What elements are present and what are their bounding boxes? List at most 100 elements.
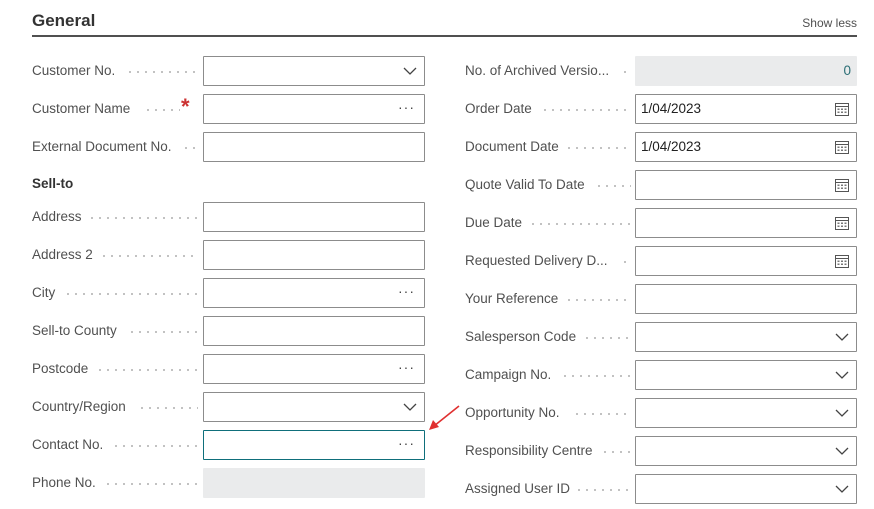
quote-valid-input[interactable] — [635, 170, 857, 200]
opportunity-no-dropdown[interactable] — [635, 398, 857, 428]
address2-row: Address 2 — [32, 240, 425, 270]
leader-dots — [182, 147, 198, 149]
address-input[interactable] — [203, 202, 425, 232]
chevron-down-icon — [835, 485, 849, 493]
customer-no-dropdown[interactable] — [203, 56, 425, 86]
external-doc-no-input[interactable] — [203, 132, 425, 162]
assigned-user-label: Assigned User ID — [465, 474, 575, 504]
your-reference-row: Your Reference — [465, 284, 857, 314]
leader-dots — [595, 185, 631, 187]
postcode-field[interactable]: ··· — [203, 354, 425, 384]
county-label: Sell-to County — [32, 316, 121, 346]
calendar-icon[interactable] — [834, 215, 850, 231]
assigned-user-dropdown[interactable] — [635, 474, 857, 504]
leader-dots — [621, 261, 631, 263]
leader-dots — [565, 299, 631, 301]
document-date-row: Document Date 1/04/2023 — [465, 132, 857, 162]
campaign-no-label: Campaign No. — [465, 360, 556, 390]
salesperson-code-label: Salesperson Code — [465, 322, 581, 352]
calendar-icon[interactable] — [834, 101, 850, 117]
requested-delivery-row: Requested Delivery D... — [465, 246, 857, 276]
assigned-user-row: Assigned User ID — [465, 474, 857, 504]
customer-name-row: Customer Name * ··· — [32, 94, 425, 124]
country-dropdown[interactable] — [203, 392, 425, 422]
external-doc-no-label: External Document No. — [32, 132, 176, 162]
ellipsis-icon[interactable]: ··· — [398, 281, 415, 301]
leader-dots — [529, 223, 631, 225]
archived-versions-label: No. of Archived Versio... — [465, 56, 615, 86]
chevron-down-icon — [835, 371, 849, 379]
required-indicator: * — [181, 94, 190, 119]
quote-valid-row: Quote Valid To Date — [465, 170, 857, 200]
show-less-link[interactable]: Show less — [802, 16, 857, 30]
ellipsis-icon[interactable]: ··· — [398, 97, 415, 117]
calendar-icon[interactable] — [834, 177, 850, 193]
document-date-input[interactable]: 1/04/2023 — [635, 132, 857, 162]
country-row: Country/Region — [32, 392, 425, 422]
opportunity-no-label: Opportunity No. — [465, 398, 564, 428]
customer-no-row: Customer No. — [32, 56, 425, 86]
quote-valid-label: Quote Valid To Date — [465, 170, 589, 200]
salesperson-code-dropdown[interactable] — [635, 322, 857, 352]
leader-dots — [126, 71, 196, 73]
archived-versions-field: 0 — [635, 56, 857, 86]
due-date-input[interactable] — [635, 208, 857, 238]
leader-dots — [100, 255, 198, 257]
calendar-icon[interactable] — [834, 253, 850, 269]
leader-dots — [565, 147, 631, 149]
due-date-label: Due Date — [465, 208, 527, 238]
ellipsis-icon[interactable]: ··· — [398, 433, 415, 453]
city-row: City ··· — [32, 278, 425, 308]
responsibility-centre-row: Responsibility Centre — [465, 436, 857, 466]
leader-dots — [601, 451, 631, 453]
leader-dots — [104, 483, 198, 485]
your-reference-input[interactable] — [635, 284, 857, 314]
leader-dots — [96, 369, 198, 371]
leader-dots — [138, 407, 198, 409]
due-date-row: Due Date — [465, 208, 857, 238]
leader-dots — [144, 109, 180, 111]
calendar-icon[interactable] — [834, 139, 850, 155]
customer-name-label: Customer Name — [32, 94, 135, 124]
chevron-down-icon — [403, 403, 417, 411]
postcode-row: Postcode ··· — [32, 354, 425, 384]
order-date-row: Order Date 1/04/2023 — [465, 94, 857, 124]
contact-no-label: Contact No. — [32, 430, 108, 460]
leader-dots — [541, 109, 631, 111]
address2-label: Address 2 — [32, 240, 97, 270]
sell-to-heading: Sell-to — [32, 176, 74, 191]
order-date-label: Order Date — [465, 94, 536, 124]
requested-delivery-input[interactable] — [635, 246, 857, 276]
leader-dots — [583, 337, 631, 339]
red-arrow-icon — [429, 405, 460, 430]
phone-no-row: Phone No. — [32, 468, 425, 498]
address2-input[interactable] — [203, 240, 425, 270]
campaign-no-dropdown[interactable] — [635, 360, 857, 390]
document-date-label: Document Date — [465, 132, 563, 162]
chevron-down-icon — [403, 67, 417, 75]
leader-dots — [573, 413, 631, 415]
campaign-no-row: Campaign No. — [465, 360, 857, 390]
country-label: Country/Region — [32, 392, 130, 422]
chevron-down-icon — [835, 447, 849, 455]
general-section-header: General Show less — [32, 0, 857, 37]
county-input[interactable] — [203, 316, 425, 346]
ellipsis-icon[interactable]: ··· — [398, 357, 415, 377]
leader-dots — [112, 445, 198, 447]
customer-name-field[interactable]: ··· — [203, 94, 425, 124]
city-label: City — [32, 278, 60, 308]
leader-dots — [575, 489, 631, 491]
order-date-input[interactable]: 1/04/2023 — [635, 94, 857, 124]
contact-no-field[interactable]: ··· — [203, 430, 425, 460]
external-doc-no-row: External Document No. — [32, 132, 425, 162]
responsibility-centre-dropdown[interactable] — [635, 436, 857, 466]
city-field[interactable]: ··· — [203, 278, 425, 308]
address-row: Address — [32, 202, 425, 232]
county-row: Sell-to County — [32, 316, 425, 346]
customer-no-label: Customer No. — [32, 56, 120, 86]
responsibility-centre-label: Responsibility Centre — [465, 436, 597, 466]
your-reference-label: Your Reference — [465, 284, 563, 314]
archived-versions-row: No. of Archived Versio... 0 — [465, 56, 857, 86]
phone-no-label: Phone No. — [32, 468, 100, 498]
chevron-down-icon — [835, 409, 849, 417]
